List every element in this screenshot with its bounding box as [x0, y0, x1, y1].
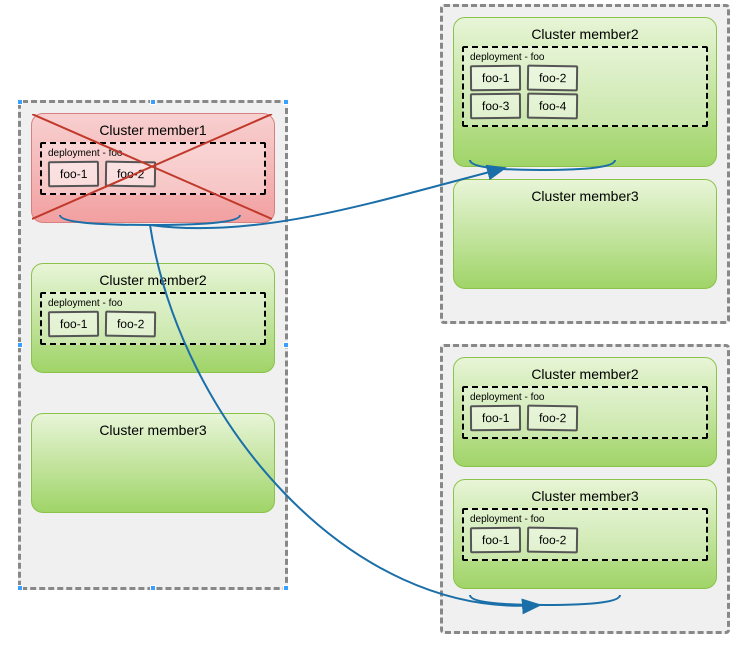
- deployment-label: deployment - foo: [470, 392, 700, 403]
- deployment-box: deployment - foo foo-1 foo-2: [40, 142, 266, 195]
- member-left-2: Cluster member2 deployment - foo foo-1 f…: [31, 263, 275, 373]
- member-left-1: Cluster member1 deployment - foo foo-1 f…: [31, 113, 275, 223]
- pod: foo-1: [48, 161, 100, 187]
- member-tr-2: Cluster member2 deployment - foo foo-1 f…: [453, 17, 717, 167]
- pod: foo-1: [470, 527, 522, 553]
- pod: foo-1: [48, 311, 100, 337]
- member-title: Cluster member1: [40, 122, 266, 138]
- member-title: Cluster member3: [40, 422, 266, 438]
- cluster-top-right: Cluster member2 deployment - foo foo-1 f…: [440, 4, 730, 324]
- pod: foo-1: [470, 405, 522, 431]
- member-title: Cluster member2: [462, 366, 708, 382]
- member-title: Cluster member2: [462, 26, 708, 42]
- pod: foo-2: [527, 65, 579, 92]
- member-title: Cluster member3: [462, 188, 708, 204]
- member-tr-3: Cluster member3: [453, 179, 717, 289]
- pod: foo-2: [527, 527, 579, 554]
- member-title: Cluster member3: [462, 488, 708, 504]
- pod: foo-2: [527, 405, 579, 432]
- deployment-label: deployment - foo: [48, 148, 258, 159]
- pod: foo-1: [470, 65, 522, 91]
- deployment-label: deployment - foo: [470, 52, 700, 63]
- pod: foo-2: [105, 161, 157, 188]
- pod-row: foo-1 foo-2: [48, 311, 258, 337]
- member-br-2: Cluster member2 deployment - foo foo-1 f…: [453, 357, 717, 467]
- cluster-left: Cluster member1 deployment - foo foo-1 f…: [18, 100, 288, 590]
- pod-row: foo-1 foo-2: [48, 161, 258, 187]
- member-title: Cluster member2: [40, 272, 266, 288]
- member-left-3: Cluster member3: [31, 413, 275, 513]
- deployment-box: deployment - foo foo-1 foo-2: [462, 386, 708, 439]
- pod-row: foo-1 foo-2: [470, 527, 700, 553]
- deployment-box: deployment - foo foo-1 foo-2: [462, 508, 708, 561]
- deployment-label: deployment - foo: [48, 298, 258, 309]
- pod: foo-4: [527, 93, 579, 120]
- pod: foo-2: [105, 311, 157, 338]
- pod-row: foo-1 foo-2: [470, 65, 700, 91]
- deployment-box: deployment - foo foo-1 foo-2 foo-3 foo-4: [462, 46, 708, 127]
- deployment-box: deployment - foo foo-1 foo-2: [40, 292, 266, 345]
- pod: foo-3: [470, 93, 522, 119]
- pod-row: foo-1 foo-2: [470, 405, 700, 431]
- pod-row: foo-3 foo-4: [470, 93, 700, 119]
- cluster-bottom-right: Cluster member2 deployment - foo foo-1 f…: [440, 344, 730, 634]
- deployment-label: deployment - foo: [470, 514, 700, 525]
- member-br-3: Cluster member3 deployment - foo foo-1 f…: [453, 479, 717, 589]
